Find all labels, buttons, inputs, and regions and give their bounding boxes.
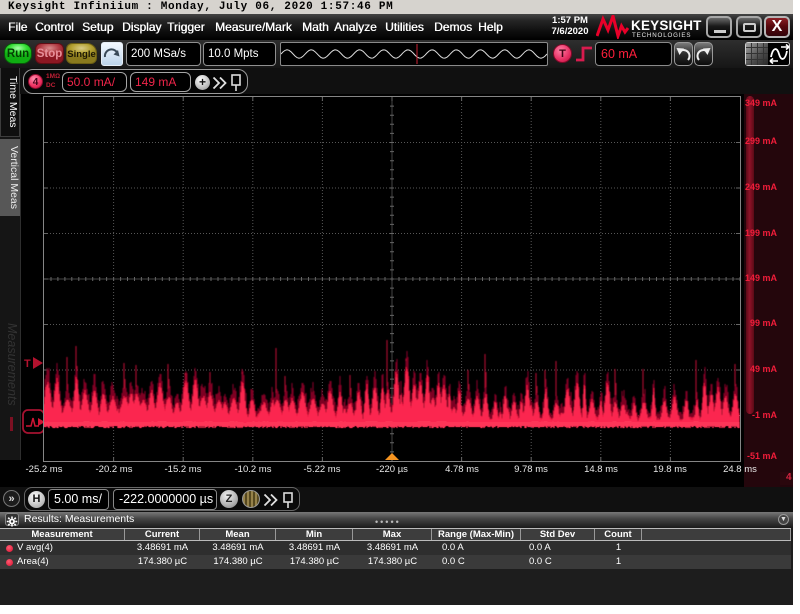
svg-text:T: T <box>24 358 31 370</box>
